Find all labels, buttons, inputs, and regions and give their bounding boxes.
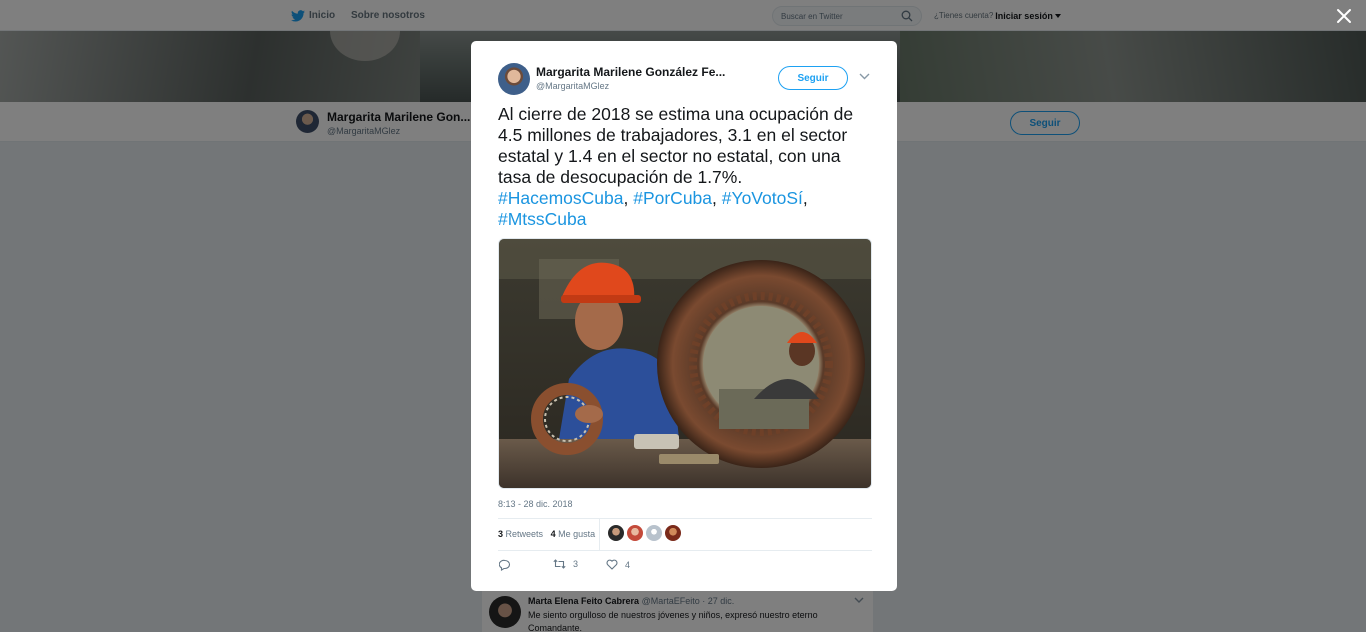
retweets-count[interactable]: 3	[498, 529, 503, 539]
retweet-button[interactable]: 3	[553, 559, 578, 569]
chevron-down-icon[interactable]	[859, 73, 870, 80]
divider	[599, 519, 600, 551]
heart-icon	[606, 559, 618, 570]
hashtag-link[interactable]: #YoVotoSí	[722, 188, 803, 208]
divider	[498, 550, 872, 551]
retweet-action-count: 3	[573, 559, 579, 569]
likers-avatars	[608, 525, 681, 541]
likes-count[interactable]: 4	[551, 529, 556, 539]
author-avatar[interactable]	[498, 63, 530, 95]
liker-avatar[interactable]	[627, 525, 643, 541]
divider	[498, 518, 872, 519]
reply-button[interactable]	[499, 559, 518, 571]
liker-avatar[interactable]	[665, 525, 681, 541]
author-handle[interactable]: @MargaritaMGlez	[536, 81, 609, 91]
hashtag-link[interactable]: #HacemosCuba	[498, 188, 623, 208]
tweet-text: Al cierre de 2018 se estima una ocupació…	[498, 104, 854, 187]
likes-label[interactable]: Me gusta	[558, 529, 595, 539]
tweet-modal: Margarita Marilene González Fe... @Marga…	[471, 41, 897, 591]
liker-avatar[interactable]	[646, 525, 662, 541]
like-button[interactable]: 4	[606, 559, 630, 570]
author-name[interactable]: Margarita Marilene González Fe...	[536, 65, 725, 79]
tweet-text-block: Al cierre de 2018 se estima una ocupació…	[498, 104, 854, 229]
follow-button[interactable]: Seguir	[778, 66, 848, 90]
tweet-timestamp[interactable]: 8:13 - 28 dic. 2018	[498, 499, 573, 509]
workshop-photo-illustration	[499, 239, 871, 488]
retweet-icon	[553, 559, 566, 569]
liker-avatar[interactable]	[608, 525, 624, 541]
hashtag-link[interactable]: #PorCuba	[633, 188, 712, 208]
tweet-photo[interactable]	[498, 238, 872, 489]
close-icon[interactable]	[1335, 7, 1353, 25]
retweets-label[interactable]: Retweets	[506, 529, 544, 539]
reply-icon	[499, 559, 511, 571]
hashtag-link[interactable]: #MtssCuba	[498, 209, 587, 229]
like-action-count: 4	[625, 559, 631, 570]
tweet-stats: 3 Retweets 4 Me gusta	[498, 529, 595, 539]
